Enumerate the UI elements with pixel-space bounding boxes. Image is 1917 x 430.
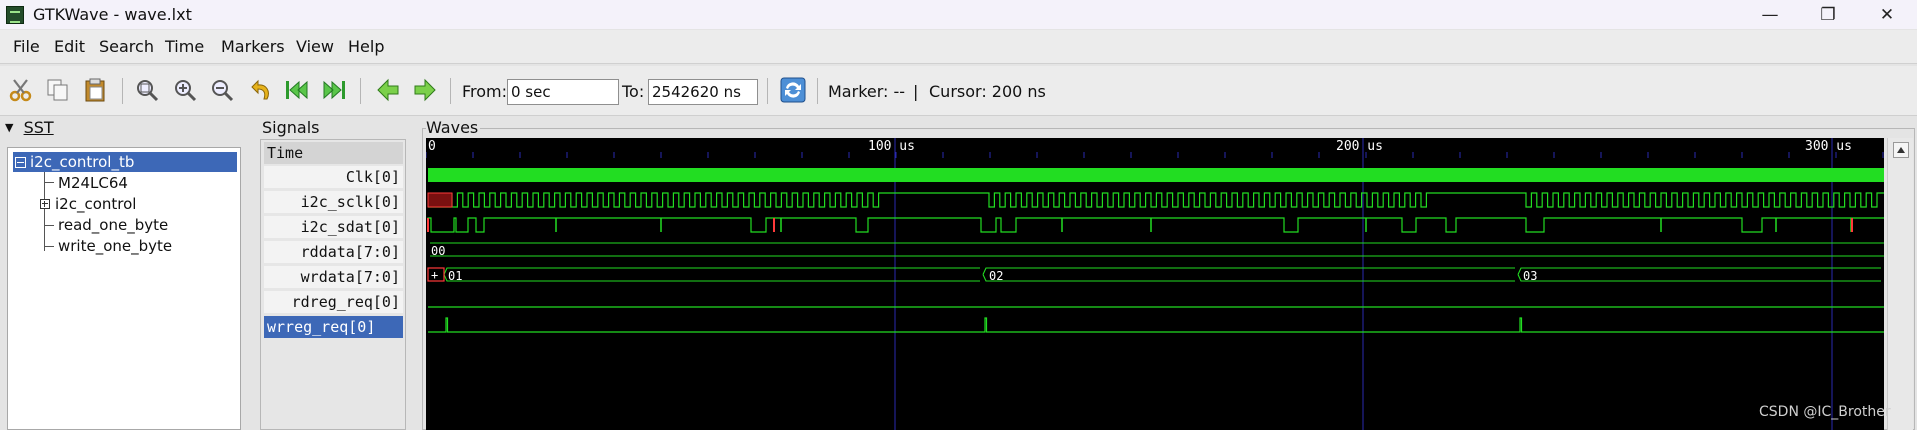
tree-node-read-one-byte[interactable]: read_one_byte — [58, 215, 168, 235]
to-input[interactable] — [648, 79, 758, 105]
tree-node-write-one-byte[interactable]: write_one_byte — [58, 236, 172, 256]
time-ruler-label-100us: 100 us — [868, 139, 915, 154]
toolbar-separator — [817, 78, 818, 104]
waves-title: Waves — [426, 118, 481, 137]
i2c-sclk-unknown-region — [427, 192, 453, 208]
to-label: To: — [622, 82, 645, 101]
signal-row-rdreg-req[interactable]: rdreg_req[0] — [264, 291, 403, 313]
watermark: CSDN @IC_Brother — [1759, 404, 1891, 420]
zoom-to-start-icon[interactable] — [284, 76, 310, 104]
from-input[interactable] — [507, 79, 619, 105]
sst-tree-panel: i2c_control_tb M24LC64 i2c_control read_… — [7, 147, 241, 430]
wrdata-value-label: 02 — [989, 269, 1003, 283]
vertical-scrollbar[interactable] — [1887, 138, 1913, 430]
tree-node-label: write_one_byte — [58, 237, 173, 255]
toolbar: From: To: Marker: -- | Cursor: 200 ns — [0, 66, 1917, 116]
clk-trace — [428, 168, 1884, 182]
menu-markers[interactable]: Markers — [221, 37, 285, 56]
zoom-in-icon[interactable] — [172, 76, 198, 104]
menu-search[interactable]: Search — [99, 37, 154, 56]
reload-icon[interactable] — [780, 76, 806, 104]
time-ruler-start-label: 0 — [428, 139, 436, 154]
tree-node-i2c-control[interactable]: i2c_control — [40, 194, 136, 214]
tree-node-label: M24LC64 — [58, 174, 128, 192]
signal-row-wrdata[interactable]: wrdata[7:0] — [264, 266, 403, 288]
menu-view[interactable]: View — [296, 37, 334, 56]
signal-row-i2c-sclk[interactable]: i2c_sclk[0] — [264, 191, 403, 213]
sst-title: SST — [23, 118, 54, 137]
marker-readout: Marker: -- — [828, 82, 906, 101]
tree-node-label: i2c_control_tb — [30, 153, 135, 171]
sst-collapse-triangle-icon[interactable]: ▼ — [5, 121, 13, 134]
gtkwave-app-icon — [6, 5, 24, 24]
signal-row-i2c-sdat[interactable]: i2c_sdat[0] — [264, 216, 403, 238]
tree-guide-line — [44, 225, 54, 226]
zoom-to-end-icon[interactable] — [321, 76, 347, 104]
close-button[interactable]: ✕ — [1864, 0, 1910, 29]
tree-node-label: i2c_control — [55, 195, 137, 213]
toolbar-separator — [450, 78, 451, 104]
tree-guide-line — [44, 182, 54, 183]
undo-zoom-icon[interactable] — [249, 76, 275, 104]
tree-node-m24lc64[interactable]: M24LC64 — [58, 173, 128, 193]
menu-edit[interactable]: Edit — [54, 37, 85, 56]
minimize-button[interactable]: — — [1747, 0, 1793, 29]
menu-bar: File Edit Search Time Markers View Help — [0, 30, 1917, 64]
menu-time[interactable]: Time — [165, 37, 204, 56]
tree-guide-line — [44, 246, 54, 247]
toolbar-separator — [122, 78, 123, 104]
signals-title: Signals — [262, 118, 320, 137]
readout-divider: | — [913, 82, 919, 101]
zoom-fit-icon[interactable] — [134, 76, 160, 104]
expand-box-icon[interactable] — [40, 199, 50, 209]
sst-header[interactable]: ▼ SST — [5, 118, 54, 137]
scroll-up-arrow-icon[interactable] — [1893, 142, 1909, 158]
toolbar-separator — [360, 78, 361, 104]
signal-row-wrreg-req[interactable]: wrreg_req[0] — [264, 316, 403, 338]
wrdata-value-label: 01 — [448, 269, 462, 283]
signal-row-clk[interactable]: Clk[0] — [264, 166, 403, 188]
tree-node-label: read_one_byte — [58, 216, 169, 234]
window-title: GTKWave - wave.lxt — [33, 5, 192, 24]
title-bar: GTKWave - wave.lxt — ❐ ✕ — [0, 0, 1917, 29]
menu-file[interactable]: File — [13, 37, 40, 56]
rddata-value-label: 00 — [431, 244, 445, 258]
wrdata-value-label: 03 — [1523, 269, 1537, 283]
wrdata-expand-marker: + — [431, 268, 438, 282]
waveform-viewer[interactable]: 0 100 us 200 us 300 us 00 + 01 02 03 — [426, 138, 1884, 430]
cursor-readout: Cursor: 200 ns — [929, 82, 1046, 101]
paste-icon[interactable] — [82, 76, 108, 104]
collapse-box-icon[interactable] — [15, 156, 26, 168]
left-arrow-icon[interactable] — [375, 76, 401, 104]
time-ruler-label-200us: 200 us — [1336, 139, 1383, 154]
toolbar-separator — [767, 78, 768, 104]
signal-row-rddata[interactable]: rddata[7:0] — [264, 241, 403, 263]
signal-time-row[interactable]: Time — [264, 142, 403, 164]
maximize-button[interactable]: ❐ — [1805, 0, 1851, 29]
cut-icon[interactable] — [8, 76, 34, 104]
right-arrow-icon[interactable] — [412, 76, 438, 104]
time-ruler-label-300us: 300 us — [1805, 139, 1852, 154]
signals-panel: Time Clk[0] i2c_sclk[0] i2c_sdat[0] rdda… — [260, 139, 406, 430]
menu-help[interactable]: Help — [348, 37, 384, 56]
zoom-out-icon[interactable] — [209, 76, 235, 104]
from-label: From: — [462, 82, 508, 101]
copy-icon[interactable] — [45, 76, 71, 104]
tree-node-root[interactable]: i2c_control_tb — [13, 152, 237, 172]
